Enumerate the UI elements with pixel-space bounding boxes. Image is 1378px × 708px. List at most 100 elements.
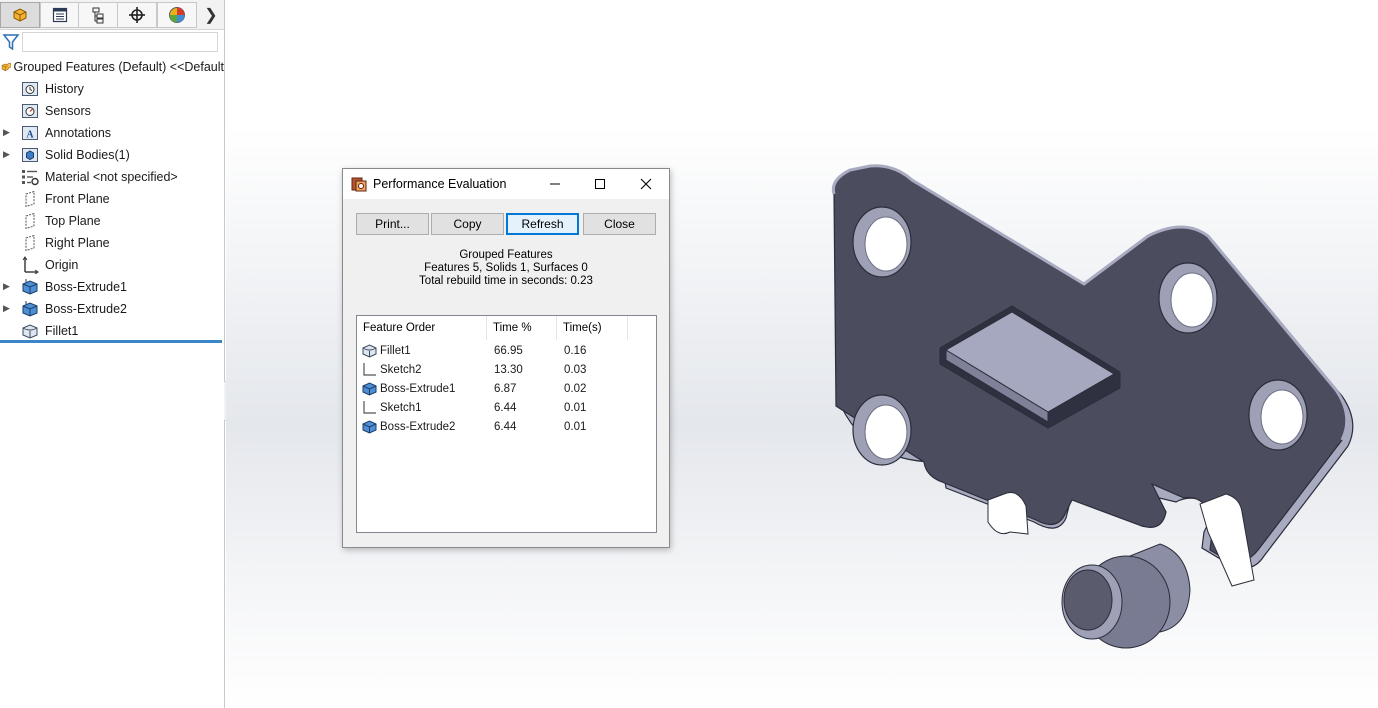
close-button[interactable]: Close — [583, 213, 656, 235]
tab-display-manager[interactable] — [157, 2, 197, 28]
feature-time-s: 0.02 — [564, 383, 587, 395]
tree-item-boss-extrude1[interactable]: ▶ Boss-Extrude1 — [0, 276, 224, 298]
feature-time-pct: 6.87 — [494, 383, 517, 395]
fillet-icon — [22, 324, 38, 339]
tree-item-top-plane[interactable]: Top Plane — [0, 210, 224, 232]
chevron-right-icon[interactable]: ❯ — [202, 5, 220, 25]
tree-item-label: Boss-Extrude2 — [45, 302, 127, 316]
tree-item-history[interactable]: History — [0, 78, 224, 100]
tree-item-label: Material <not specified> — [45, 170, 178, 184]
boss-extrude-icon — [22, 279, 38, 295]
tree-item-label: Origin — [45, 258, 79, 272]
tree-item-label: Boss-Extrude1 — [45, 280, 127, 294]
feature-time-pct: 6.44 — [494, 421, 517, 433]
dialog-button-row: Print... Copy Refresh Close — [356, 213, 656, 235]
performance-evaluation-dialog: Performance Evaluation Print... Copy Ref… — [342, 168, 670, 548]
refresh-button[interactable]: Refresh — [506, 213, 579, 235]
tree-item-label: Right Plane — [45, 236, 110, 250]
list-item[interactable]: Boss-Extrude2 6.44 0.01 — [357, 418, 656, 437]
tree-item-annotations[interactable]: ▶ A Annotations — [0, 122, 224, 144]
dialog-title-bar[interactable]: Performance Evaluation — [343, 169, 669, 199]
print-button[interactable]: Print... — [356, 213, 429, 235]
list-item[interactable]: Boss-Extrude1 6.87 0.02 — [357, 380, 656, 399]
evaluation-summary: Grouped Features Features 5, Solids 1, S… — [343, 249, 669, 288]
solid-bodies-folder-icon — [22, 148, 38, 162]
summary-rebuild-time: Total rebuild time in seconds: 0.23 — [419, 275, 593, 287]
tree-item-right-plane[interactable]: Right Plane — [0, 232, 224, 254]
maximize-button[interactable] — [577, 169, 623, 199]
tree-item-label: Sensors — [45, 104, 91, 118]
sensors-folder-icon — [22, 104, 38, 118]
boss-extrude-icon — [22, 301, 38, 317]
tab-configuration-manager[interactable] — [78, 2, 118, 28]
tree-root-label: Grouped Features (Default) <<Default — [13, 60, 224, 74]
tree-item-front-plane[interactable]: Front Plane — [0, 188, 224, 210]
feature-name: Boss-Extrude1 — [380, 383, 456, 395]
part-model-view[interactable] — [822, 160, 1362, 650]
part-icon — [1, 62, 12, 71]
column-header-feature-order[interactable]: Feature Order — [357, 316, 487, 340]
feature-time-s: 0.03 — [564, 364, 587, 376]
list-item[interactable]: Sketch2 13.30 0.03 — [357, 361, 656, 380]
boss-extrude-icon — [362, 420, 377, 434]
tree-item-label: History — [45, 82, 84, 96]
property-manager-icon — [52, 7, 68, 23]
column-header-time-s[interactable]: Time(s) — [557, 316, 628, 340]
rollback-bar[interactable] — [0, 340, 222, 343]
list-header: Feature Order Time % Time(s) — [357, 316, 656, 340]
plane-icon — [25, 234, 35, 252]
boss-extrude-icon — [362, 382, 377, 396]
tree-item-label: Fillet1 — [45, 324, 79, 338]
expand-arrow-icon[interactable]: ▶ — [3, 149, 13, 161]
tree-item-label: Annotations — [45, 126, 112, 140]
expand-arrow-icon[interactable]: ▶ — [3, 303, 13, 315]
tree-item-boss-extrude2[interactable]: ▶ Boss-Extrude2 — [0, 298, 224, 320]
column-header-time-pct[interactable]: Time % — [487, 316, 557, 340]
maximize-icon — [595, 179, 605, 189]
display-manager-icon — [169, 7, 185, 23]
fillet-icon — [362, 344, 377, 358]
sketch-icon — [363, 363, 376, 376]
feature-name: Sketch2 — [380, 364, 422, 376]
list-item[interactable]: Sketch1 6.44 0.01 — [357, 399, 656, 418]
filter-icon[interactable] — [2, 33, 20, 51]
copy-button[interactable]: Copy — [431, 213, 504, 235]
feature-manager-panel: ❯ Grouped Features (Default) <<Default H… — [0, 0, 225, 708]
tree-item-label: Solid Bodies(1) — [45, 148, 130, 162]
tab-property-manager[interactable] — [40, 2, 80, 28]
tree-item-material[interactable]: Material <not specified> — [0, 166, 224, 188]
tree-item-label: Front Plane — [45, 192, 110, 206]
dimxpert-manager-icon — [129, 7, 145, 23]
feature-name: Boss-Extrude2 — [380, 421, 456, 433]
feature-time-s: 0.01 — [564, 421, 587, 433]
tree-item-solid-bodies[interactable]: ▶ Solid Bodies(1) — [0, 144, 224, 166]
feature-time-pct: 13.30 — [494, 364, 523, 376]
dialog-title: Performance Evaluation — [373, 177, 507, 191]
feature-name: Fillet1 — [380, 345, 411, 357]
tab-feature-tree[interactable] — [0, 2, 40, 28]
expand-arrow-icon[interactable]: ▶ — [3, 281, 13, 293]
expand-arrow-icon[interactable]: ▶ — [3, 127, 13, 139]
close-icon — [640, 178, 652, 190]
tree-item-fillet1[interactable]: Fillet1 — [0, 320, 224, 342]
minimize-button[interactable] — [532, 169, 578, 199]
feature-time-list[interactable]: Feature Order Time % Time(s) Fillet1 66.… — [356, 315, 657, 533]
origin-icon — [22, 256, 39, 274]
feature-tree-filter-input[interactable] — [22, 32, 218, 52]
feature-time-s: 0.16 — [564, 345, 587, 357]
list-item[interactable]: Fillet1 66.95 0.16 — [357, 342, 656, 361]
plane-icon — [25, 190, 35, 208]
feature-time-s: 0.01 — [564, 402, 587, 414]
tree-root-part[interactable]: Grouped Features (Default) <<Default — [0, 56, 224, 78]
tab-dimxpert-manager[interactable] — [117, 2, 157, 28]
window-close-button[interactable] — [623, 169, 669, 199]
minimize-icon — [550, 183, 560, 185]
feature-time-pct: 6.44 — [494, 402, 517, 414]
material-icon — [22, 170, 39, 186]
configuration-manager-icon — [92, 7, 104, 24]
summary-counts: Features 5, Solids 1, Surfaces 0 — [424, 262, 588, 274]
tree-item-origin[interactable]: Origin — [0, 254, 224, 276]
summary-part-name: Grouped Features — [459, 249, 553, 261]
tree-item-sensors[interactable]: Sensors — [0, 100, 224, 122]
sketch-icon — [363, 401, 376, 414]
